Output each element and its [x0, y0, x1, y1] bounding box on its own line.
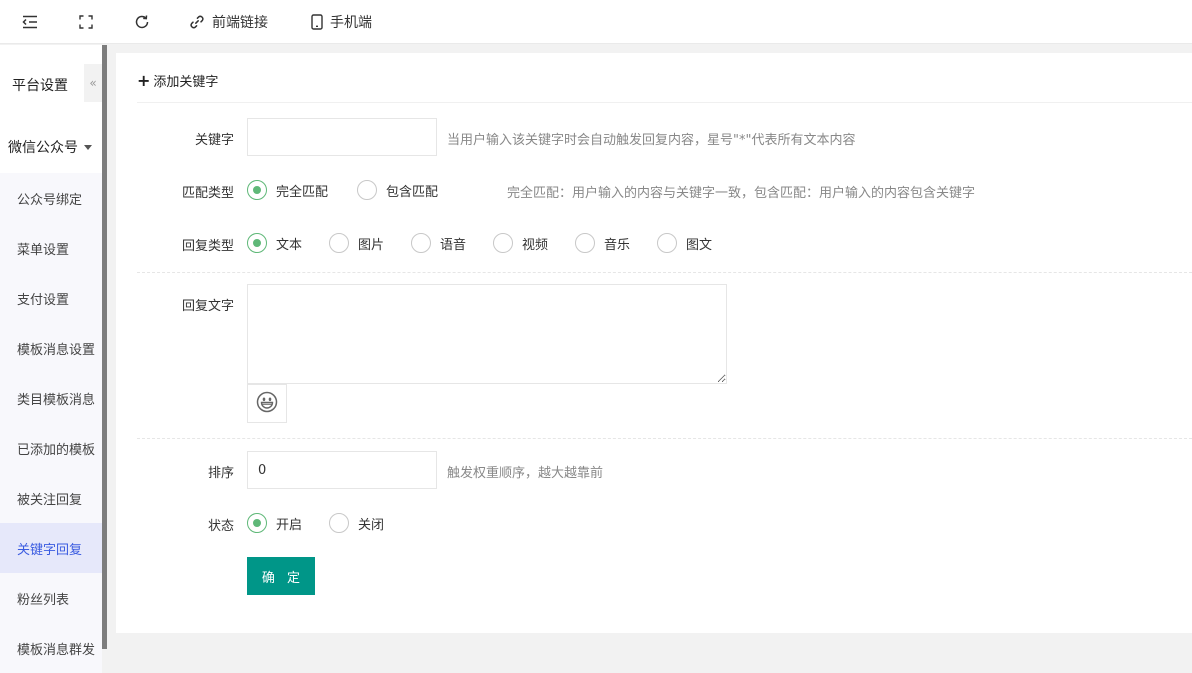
- radio-circle-icon: [357, 180, 377, 200]
- match-type-label: 匹配类型: [181, 186, 234, 201]
- divider: [137, 438, 1192, 439]
- sidebar-item[interactable]: 被关注回复: [0, 473, 102, 523]
- radio-circle-icon: [411, 233, 431, 253]
- reply-type-radio-1[interactable]: 图片: [329, 233, 384, 253]
- divider: [137, 272, 1192, 273]
- sidebar-group-label: 微信公众号: [8, 140, 78, 156]
- reply-type-radio-3[interactable]: 视频: [493, 233, 548, 253]
- sidebar-menu: 公众号绑定 菜单设置 支付设置 模板消息设置 类目模板消息 已添加的模板 被关注回复 关键字回…: [0, 173, 102, 673]
- reply-text-textarea[interactable]: [247, 284, 727, 384]
- status-radio-label: 关闭: [358, 517, 385, 533]
- submit-button[interactable]: 确 定: [247, 557, 315, 595]
- status-label: 状态: [207, 519, 234, 534]
- keyword-input[interactable]: [247, 118, 437, 156]
- status-radio-1[interactable]: 关闭: [329, 513, 384, 533]
- reply-type-radio-label: 视频: [522, 237, 549, 253]
- double-chevron-left-icon: «: [89, 76, 97, 90]
- mobile-label: 手机端: [330, 15, 372, 31]
- menu-fold-icon[interactable]: [22, 0, 38, 44]
- radio-circle-icon: [657, 233, 677, 253]
- reply-type-label: 回复类型: [181, 239, 234, 254]
- sidebar-item[interactable]: 菜单设置: [0, 223, 102, 273]
- main-panel: + 添加关键字 关键字 当用户输入该关键字时会自动触发回复内容，星号"*"代表所…: [116, 53, 1192, 633]
- caret-down-icon: [84, 144, 92, 150]
- emoji-button[interactable]: [247, 384, 287, 423]
- sidebar-item[interactable]: 公众号绑定: [0, 173, 102, 223]
- fullscreen-icon[interactable]: [79, 0, 93, 44]
- radio-circle-icon: [247, 180, 267, 200]
- plus-icon: +: [137, 70, 151, 90]
- divider: [137, 102, 1192, 103]
- radio-circle-icon: [329, 233, 349, 253]
- frontend-link-label: 前端链接: [212, 15, 268, 31]
- link-icon: [189, 14, 205, 30]
- radio-circle-icon: [329, 513, 349, 533]
- mobile-button[interactable]: 手机端: [311, 0, 372, 44]
- reply-type-radio-label: 图文: [686, 237, 713, 253]
- reply-type-radio-label: 图片: [358, 237, 385, 253]
- top-bar: 前端链接 手机端: [0, 0, 1192, 44]
- mobile-icon: [311, 14, 323, 30]
- reply-type-radio-4[interactable]: 音乐: [575, 233, 630, 253]
- keyword-label: 关键字: [194, 133, 234, 148]
- match-type-hint: 完全匹配：用户输入的内容与关键字一致，包含匹配：用户输入的内容包含关键字: [507, 186, 976, 201]
- add-keyword-label: 添加关键字: [153, 75, 219, 90]
- reply-text-label: 回复文字: [181, 299, 234, 314]
- sidebar-item[interactable]: 支付设置: [0, 273, 102, 323]
- radio-circle-icon: [247, 233, 267, 253]
- reply-type-radio-2[interactable]: 语音: [411, 233, 466, 253]
- match-type-radio-0[interactable]: 完全匹配: [247, 180, 328, 200]
- refresh-icon[interactable]: [134, 0, 150, 44]
- reply-type-radio-label: 语音: [440, 237, 467, 253]
- sidebar-item[interactable]: 模板消息群发: [0, 623, 102, 673]
- smiley-icon: [256, 391, 278, 417]
- radio-circle-icon: [493, 233, 513, 253]
- radio-circle-icon: [575, 233, 595, 253]
- match-type-radio-1[interactable]: 包含匹配: [357, 180, 438, 200]
- collapse-sidebar-button[interactable]: «: [84, 64, 102, 102]
- sort-hint: 触发权重顺序，越大越靠前: [447, 466, 604, 481]
- reply-type-radio-label: 音乐: [604, 237, 631, 253]
- reply-type-radio-5[interactable]: 图文: [657, 233, 712, 253]
- sort-label: 排序: [207, 466, 234, 481]
- sidebar-item[interactable]: 粉丝列表: [0, 573, 102, 623]
- add-keyword-button[interactable]: + 添加关键字: [137, 71, 218, 90]
- radio-circle-icon: [247, 513, 267, 533]
- sidebar-item[interactable]: 已添加的模板: [0, 423, 102, 473]
- status-radio-label: 开启: [276, 517, 303, 533]
- sidebar-item[interactable]: 类目模板消息: [0, 373, 102, 423]
- sidebar-divider[interactable]: [102, 45, 107, 649]
- match-type-radio-label: 完全匹配: [276, 184, 329, 200]
- sidebar-group-wechat[interactable]: 微信公众号: [0, 120, 102, 174]
- keyword-hint: 当用户输入该关键字时会自动触发回复内容，星号"*"代表所有文本内容: [447, 133, 856, 148]
- status-radio-0[interactable]: 开启: [247, 513, 302, 533]
- sidebar-title: 平台设置: [12, 78, 68, 94]
- reply-type-radio-0[interactable]: 文本: [247, 233, 302, 253]
- sort-input[interactable]: [247, 451, 437, 489]
- frontend-link-button[interactable]: 前端链接: [189, 0, 268, 44]
- sidebar-item[interactable]: 模板消息设置: [0, 323, 102, 373]
- sidebar-item[interactable]: 关键字回复: [0, 523, 102, 573]
- reply-type-radio-label: 文本: [276, 237, 303, 253]
- match-type-radio-label: 包含匹配: [386, 184, 439, 200]
